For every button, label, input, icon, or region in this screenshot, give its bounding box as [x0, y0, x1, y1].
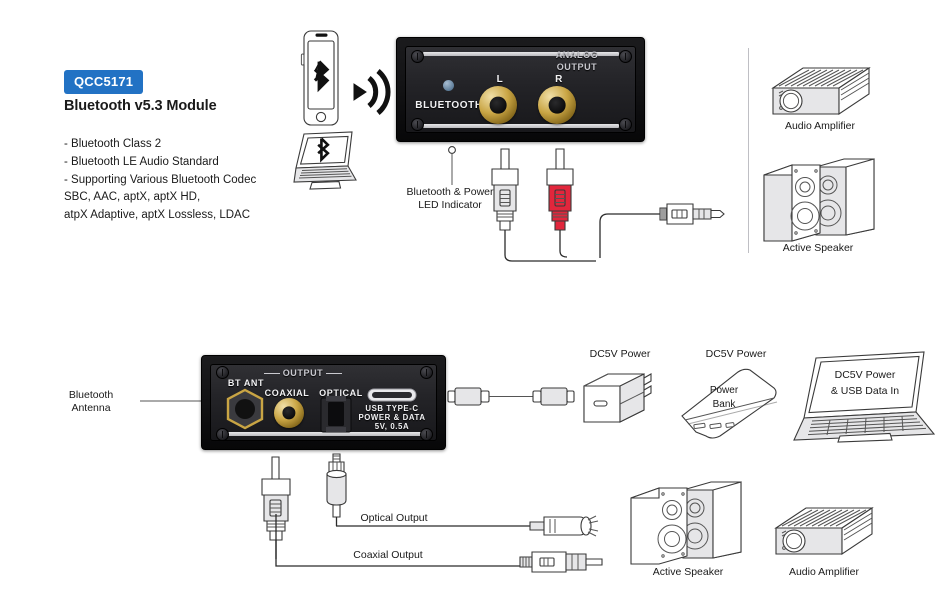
led-indicator	[443, 80, 454, 91]
output-label: OUTPUT	[556, 62, 598, 72]
usb-label-line2: POWER & DATA	[358, 413, 426, 422]
label-coaxial-output: Coaxial Output	[353, 549, 423, 561]
source-smartphone	[292, 28, 350, 128]
feature-list: - Bluetooth Class 2 - Bluetooth LE Audio…	[64, 138, 257, 222]
caption-power-bank: Power Bank	[709, 385, 739, 410]
bt-ant-label: BT ANT	[227, 378, 265, 388]
usb-label-line1: USB TYPE-C	[365, 404, 419, 413]
optical-port[interactable]	[319, 396, 353, 434]
trs-plug-35mm	[598, 182, 728, 262]
bluetooth-waves-icon	[350, 62, 396, 122]
optical-plug-far-end	[529, 512, 608, 540]
led-callout-leader	[445, 145, 459, 187]
device-active-speaker-bottom	[625, 478, 747, 565]
label-active-speaker-bottom: Active Speaker	[652, 566, 724, 578]
coaxial-plug-far-end	[519, 548, 608, 576]
usb-label-line3: 5V, 0.5A	[374, 422, 410, 431]
product-badge: QCC5171	[64, 70, 144, 94]
label-dc5v-adapter: DC5V Power	[589, 348, 651, 360]
device-audio-amplifier-bottom	[768, 500, 878, 562]
label-dc5v-powerbank: DC5V Power	[705, 348, 767, 360]
label-audio-amplifier-bottom: Audio Amplifier	[788, 566, 860, 578]
usb-c-cable	[447, 386, 575, 408]
device-wall-adapter	[578, 368, 656, 430]
device-audio-amplifier-top	[765, 60, 875, 122]
label-optical-output: Optical Output	[360, 512, 428, 524]
jack-left-label: L	[496, 74, 504, 85]
label-active-speaker-top: Active Speaker	[782, 242, 854, 254]
jack-right-label: R	[555, 74, 563, 85]
bluetooth-label: BLUETOOTH	[415, 100, 483, 111]
rca-jack-left[interactable]	[479, 86, 517, 124]
source-laptop	[290, 130, 362, 192]
coaxial-label: COAXIAL	[264, 388, 310, 398]
front-panel: ANALOG OUTPUT L R BLUETOOTH	[396, 37, 645, 142]
rca-plug-pair	[488, 143, 603, 268]
label-bluetooth-antenna: Bluetooth Antenna	[68, 389, 114, 415]
group-divider	[748, 48, 749, 253]
rear-panel: OUTPUT BT ANT COAXIAL OPTICAL USB TYPE-C…	[201, 355, 446, 450]
rear-output-label: OUTPUT	[282, 368, 324, 378]
page-title: Bluetooth v5.3 Module	[64, 98, 217, 114]
analog-label: ANALOG	[555, 50, 599, 60]
coaxial-jack[interactable]	[274, 398, 304, 428]
bt-antenna-connector[interactable]	[224, 388, 266, 430]
usb-c-port[interactable]	[367, 388, 417, 402]
rca-jack-right[interactable]	[538, 86, 576, 124]
label-laptop-screen: DC5V Power & USB Data In	[830, 369, 900, 397]
label-audio-amplifier-top: Audio Amplifier	[784, 120, 856, 132]
led-callout-label: Bluetooth & Power LED Indicator	[406, 186, 494, 212]
device-active-speaker-top	[758, 155, 880, 242]
